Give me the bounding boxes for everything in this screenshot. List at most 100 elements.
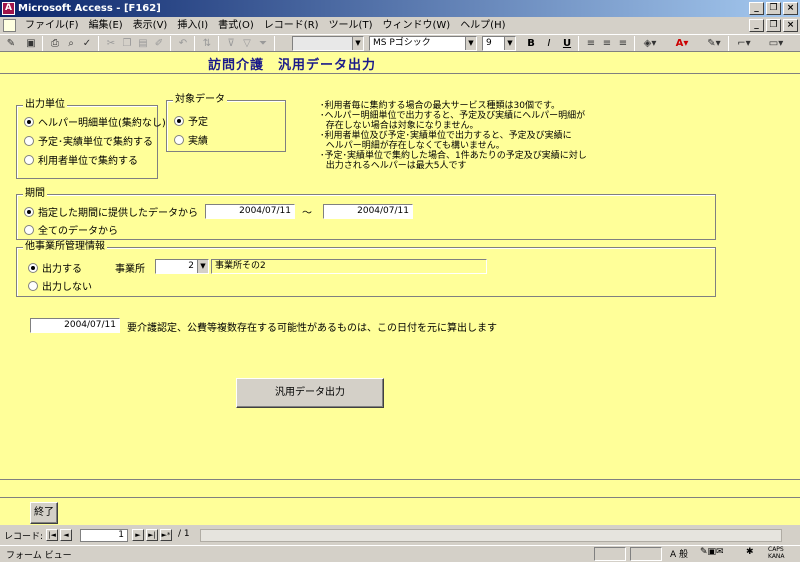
doc-minimize-button[interactable]: _ <box>749 19 764 32</box>
radio-output[interactable]: 出力する <box>28 260 82 275</box>
close-button[interactable]: × <box>783 2 798 15</box>
base-date-input[interactable]: 2004/07/11 <box>30 318 120 333</box>
print-icon[interactable]: ⎙ <box>48 36 62 51</box>
notes-text: ･利用者毎に集約する場合の最大サービス種類は30個です。 ･ヘルパー明細単位で出… <box>320 101 587 171</box>
doc-restore-button[interactable]: ❐ <box>766 19 781 32</box>
radio-dot[interactable] <box>174 115 184 126</box>
print-preview-icon[interactable]: ⌕ <box>64 36 78 51</box>
font-name-combo[interactable]: MS Pゴシック ▼ <box>369 36 477 51</box>
cut-icon[interactable]: ✂ <box>104 36 118 51</box>
radio-specified-period[interactable]: 指定した期間に提供したデータから <box>24 204 198 219</box>
form-body: 訪問介護 汎用データ出力 出力単位 ヘルパー明細単位(集約なし) 予定･実績単位… <box>0 52 800 525</box>
radio-dot[interactable] <box>24 206 34 217</box>
filter-by-selection-icon[interactable]: ⊽ <box>224 36 238 51</box>
new-record-icon[interactable]: ►* <box>160 529 172 541</box>
menu-edit[interactable]: 編集(E) <box>84 17 128 34</box>
radio-dot[interactable] <box>24 135 34 146</box>
output-unit-group: 出力単位 ヘルパー明細単位(集約なし) 予定･実績単位で集約する 利用者単位で集… <box>16 99 166 179</box>
radio-dot[interactable] <box>28 280 38 291</box>
chevron-down-icon: ▼ <box>197 260 208 273</box>
access-icon: A <box>2 2 15 15</box>
menu-bar: ファイル(F) 編集(E) 表示(V) 挿入(I) 書式(O) レコード(R) … <box>0 17 800 34</box>
format-painter-icon[interactable]: ✐ <box>152 36 166 51</box>
other-office-label: 他事業所管理情報 <box>23 241 107 253</box>
paste-icon[interactable]: ▤ <box>136 36 150 51</box>
radio-all-data[interactable]: 全てのデータから <box>24 222 118 237</box>
object-combo[interactable]: ▼ <box>292 36 364 51</box>
chevron-down-icon: ▼ <box>352 37 363 50</box>
menu-format[interactable]: 書式(O) <box>213 17 259 34</box>
chevron-down-icon: ▼ <box>465 37 476 50</box>
form-document-icon[interactable] <box>3 19 16 32</box>
menu-insert[interactable]: 挿入(I) <box>172 17 213 34</box>
sort-icon[interactable]: ⇅ <box>200 36 214 51</box>
menu-tools[interactable]: ツール(T) <box>324 17 378 34</box>
target-data-group: 対象データ 予定 実績 <box>166 94 286 152</box>
exit-button[interactable]: 終了 <box>30 502 58 524</box>
ime-settings-icon[interactable]: ✱ <box>746 547 754 557</box>
horizontal-scrollbar[interactable] <box>200 529 782 542</box>
period-to-input[interactable]: 2004/07/11 <box>323 204 413 219</box>
spelling-icon[interactable]: ✓ <box>80 36 94 51</box>
period-from-input[interactable]: 2004/07/11 <box>205 204 295 219</box>
underline-button[interactable]: U <box>560 36 574 51</box>
last-record-icon[interactable]: ►| <box>146 529 158 541</box>
align-right-icon[interactable]: ≡ <box>616 36 630 51</box>
border-width-icon[interactable]: ⌐▾ <box>734 36 754 51</box>
restore-button[interactable]: ❐ <box>766 2 781 15</box>
record-total: / 1 <box>178 529 190 539</box>
radio-dot[interactable] <box>24 224 34 235</box>
period-label: 期間 <box>23 188 47 200</box>
previous-record-icon[interactable]: ◄ <box>60 529 72 541</box>
record-navigation: レコード: |◄ ◄ 1 ► ►| ►* / 1 <box>0 527 800 544</box>
save-icon[interactable]: ▣ <box>24 36 38 51</box>
base-date-description: 要介護認定、公費等複数存在する可能性があるものは、この日付を元に算出します <box>127 323 497 334</box>
radio-no-output[interactable]: 出力しない <box>28 278 92 293</box>
radio-helper-detail[interactable]: ヘルパー明細単位(集約なし) <box>24 114 166 129</box>
radio-dot[interactable] <box>174 134 184 145</box>
menu-help[interactable]: ヘルプ(H) <box>455 17 510 34</box>
menu-window[interactable]: ウィンドウ(W) <box>377 17 455 34</box>
target-data-label: 対象データ <box>173 94 227 106</box>
first-record-icon[interactable]: |◄ <box>46 529 58 541</box>
radio-dot[interactable] <box>24 116 34 127</box>
status-text: フォーム ビュー <box>6 551 72 561</box>
radio-user-unit[interactable]: 利用者単位で集約する <box>24 152 138 167</box>
undo-icon[interactable]: ↶ <box>176 36 190 51</box>
formatting-toolbar: ✎ ▣ ⎙ ⌕ ✓ ✂ ❐ ▤ ✐ ↶ ⇅ ⊽ ▽ ⏷ ▼ MS Pゴシック ▼… <box>0 34 800 52</box>
bold-button[interactable]: B <box>524 36 538 51</box>
special-effect-icon[interactable]: ▭▾ <box>766 36 786 51</box>
export-button[interactable]: 汎用データ出力 <box>236 378 384 408</box>
office-label: 事業所 <box>115 264 145 275</box>
radio-plan[interactable]: 予定 <box>174 113 208 128</box>
italic-button[interactable]: I <box>542 36 556 51</box>
radio-actual[interactable]: 実績 <box>174 132 208 147</box>
menu-file[interactable]: ファイル(F) <box>20 17 84 34</box>
output-unit-label: 出力単位 <box>23 99 67 111</box>
menu-view[interactable]: 表示(V) <box>128 17 173 34</box>
radio-dot[interactable] <box>24 154 34 165</box>
filter-by-form-icon[interactable]: ▽ <box>240 36 254 51</box>
font-color-button[interactable]: A▾ <box>672 36 692 51</box>
next-record-icon[interactable]: ► <box>132 529 144 541</box>
font-size-combo[interactable]: 9 ▼ <box>482 36 516 51</box>
minimize-button[interactable]: _ <box>749 2 764 15</box>
line-color-icon[interactable]: ✎▾ <box>704 36 724 51</box>
office-number-combo[interactable]: 2 ▼ <box>155 259 209 274</box>
radio-plan-actual[interactable]: 予定･実績単位で集約する <box>24 133 153 148</box>
copy-icon[interactable]: ❐ <box>120 36 134 51</box>
design-view-icon[interactable]: ✎ <box>4 36 18 51</box>
fill-color-icon[interactable]: ◈▾ <box>640 36 660 51</box>
office-name-field: 事業所その2 <box>211 259 487 274</box>
align-center-icon[interactable]: ≡ <box>600 36 614 51</box>
current-record-input[interactable]: 1 <box>80 529 128 542</box>
apply-filter-icon[interactable]: ⏷ <box>256 36 270 51</box>
align-left-icon[interactable]: ≡ <box>584 36 598 51</box>
ime-toolbar-icon[interactable]: ✎▣✉ <box>700 547 724 557</box>
radio-dot[interactable] <box>28 262 38 273</box>
other-office-group: 他事業所管理情報 出力する 出力しない 事業所 2 ▼ 事業所その2 <box>16 241 716 297</box>
ime-indicator[interactable]: A 般 <box>670 547 688 560</box>
doc-close-button[interactable]: × <box>783 19 798 32</box>
period-group: 期間 指定した期間に提供したデータから 全てのデータから 2004/07/11 … <box>16 188 716 240</box>
menu-records[interactable]: レコード(R) <box>259 17 324 34</box>
